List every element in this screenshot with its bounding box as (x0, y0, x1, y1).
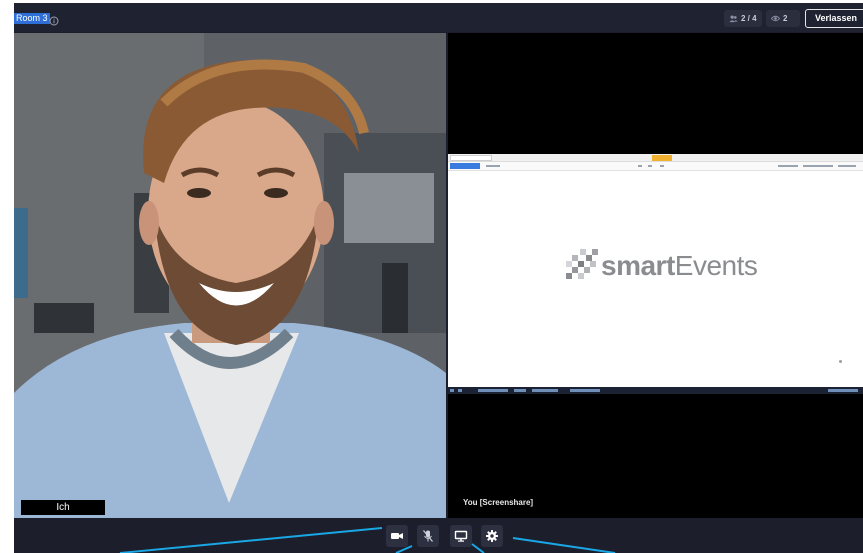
screenshare-name-label: You [Screenshare] (463, 498, 534, 507)
self-video-tile[interactable]: Ich (14, 33, 446, 518)
camera-button[interactable] (386, 525, 408, 547)
viewers-count[interactable]: 2 (766, 10, 800, 27)
mic-off-icon (423, 530, 433, 542)
shared-screen: smartEvents (448, 154, 863, 394)
smartevents-logo: smartEvents (566, 249, 758, 283)
eye-icon (771, 15, 780, 22)
info-icon[interactable] (49, 13, 59, 26)
monitor-icon (454, 530, 468, 542)
camera-video-feed (14, 33, 446, 518)
settings-button[interactable] (481, 525, 503, 547)
control-bar (14, 518, 863, 553)
video-call-app: Room 3 2 / 4 2 Verlassen Ich smartEvents… (14, 3, 863, 553)
self-name-label: Ich (21, 500, 105, 515)
camera-icon (391, 533, 403, 539)
microphone-button[interactable] (417, 525, 439, 547)
participants-value: 2 / 4 (741, 14, 757, 23)
logo-events: Events (674, 250, 758, 281)
leave-button[interactable]: Verlassen (805, 9, 863, 28)
screenshare-tile[interactable]: smartEvents You [Screenshare] (448, 33, 863, 518)
browser-tab-bar (448, 154, 863, 162)
cursor (839, 360, 842, 363)
browser-toolbar (448, 162, 863, 171)
screenshare-button[interactable] (450, 525, 472, 547)
os-taskbar (448, 387, 863, 394)
header-bar: Room 3 2 / 4 2 Verlassen (14, 3, 863, 32)
viewers-value: 2 (783, 14, 788, 23)
users-icon (729, 15, 738, 23)
gear-icon (486, 530, 498, 542)
logo-smart: smart (601, 250, 675, 281)
participants-count[interactable]: 2 / 4 (724, 10, 762, 27)
checker-logo-icon (566, 249, 598, 279)
room-title: Room 3 (14, 13, 50, 24)
